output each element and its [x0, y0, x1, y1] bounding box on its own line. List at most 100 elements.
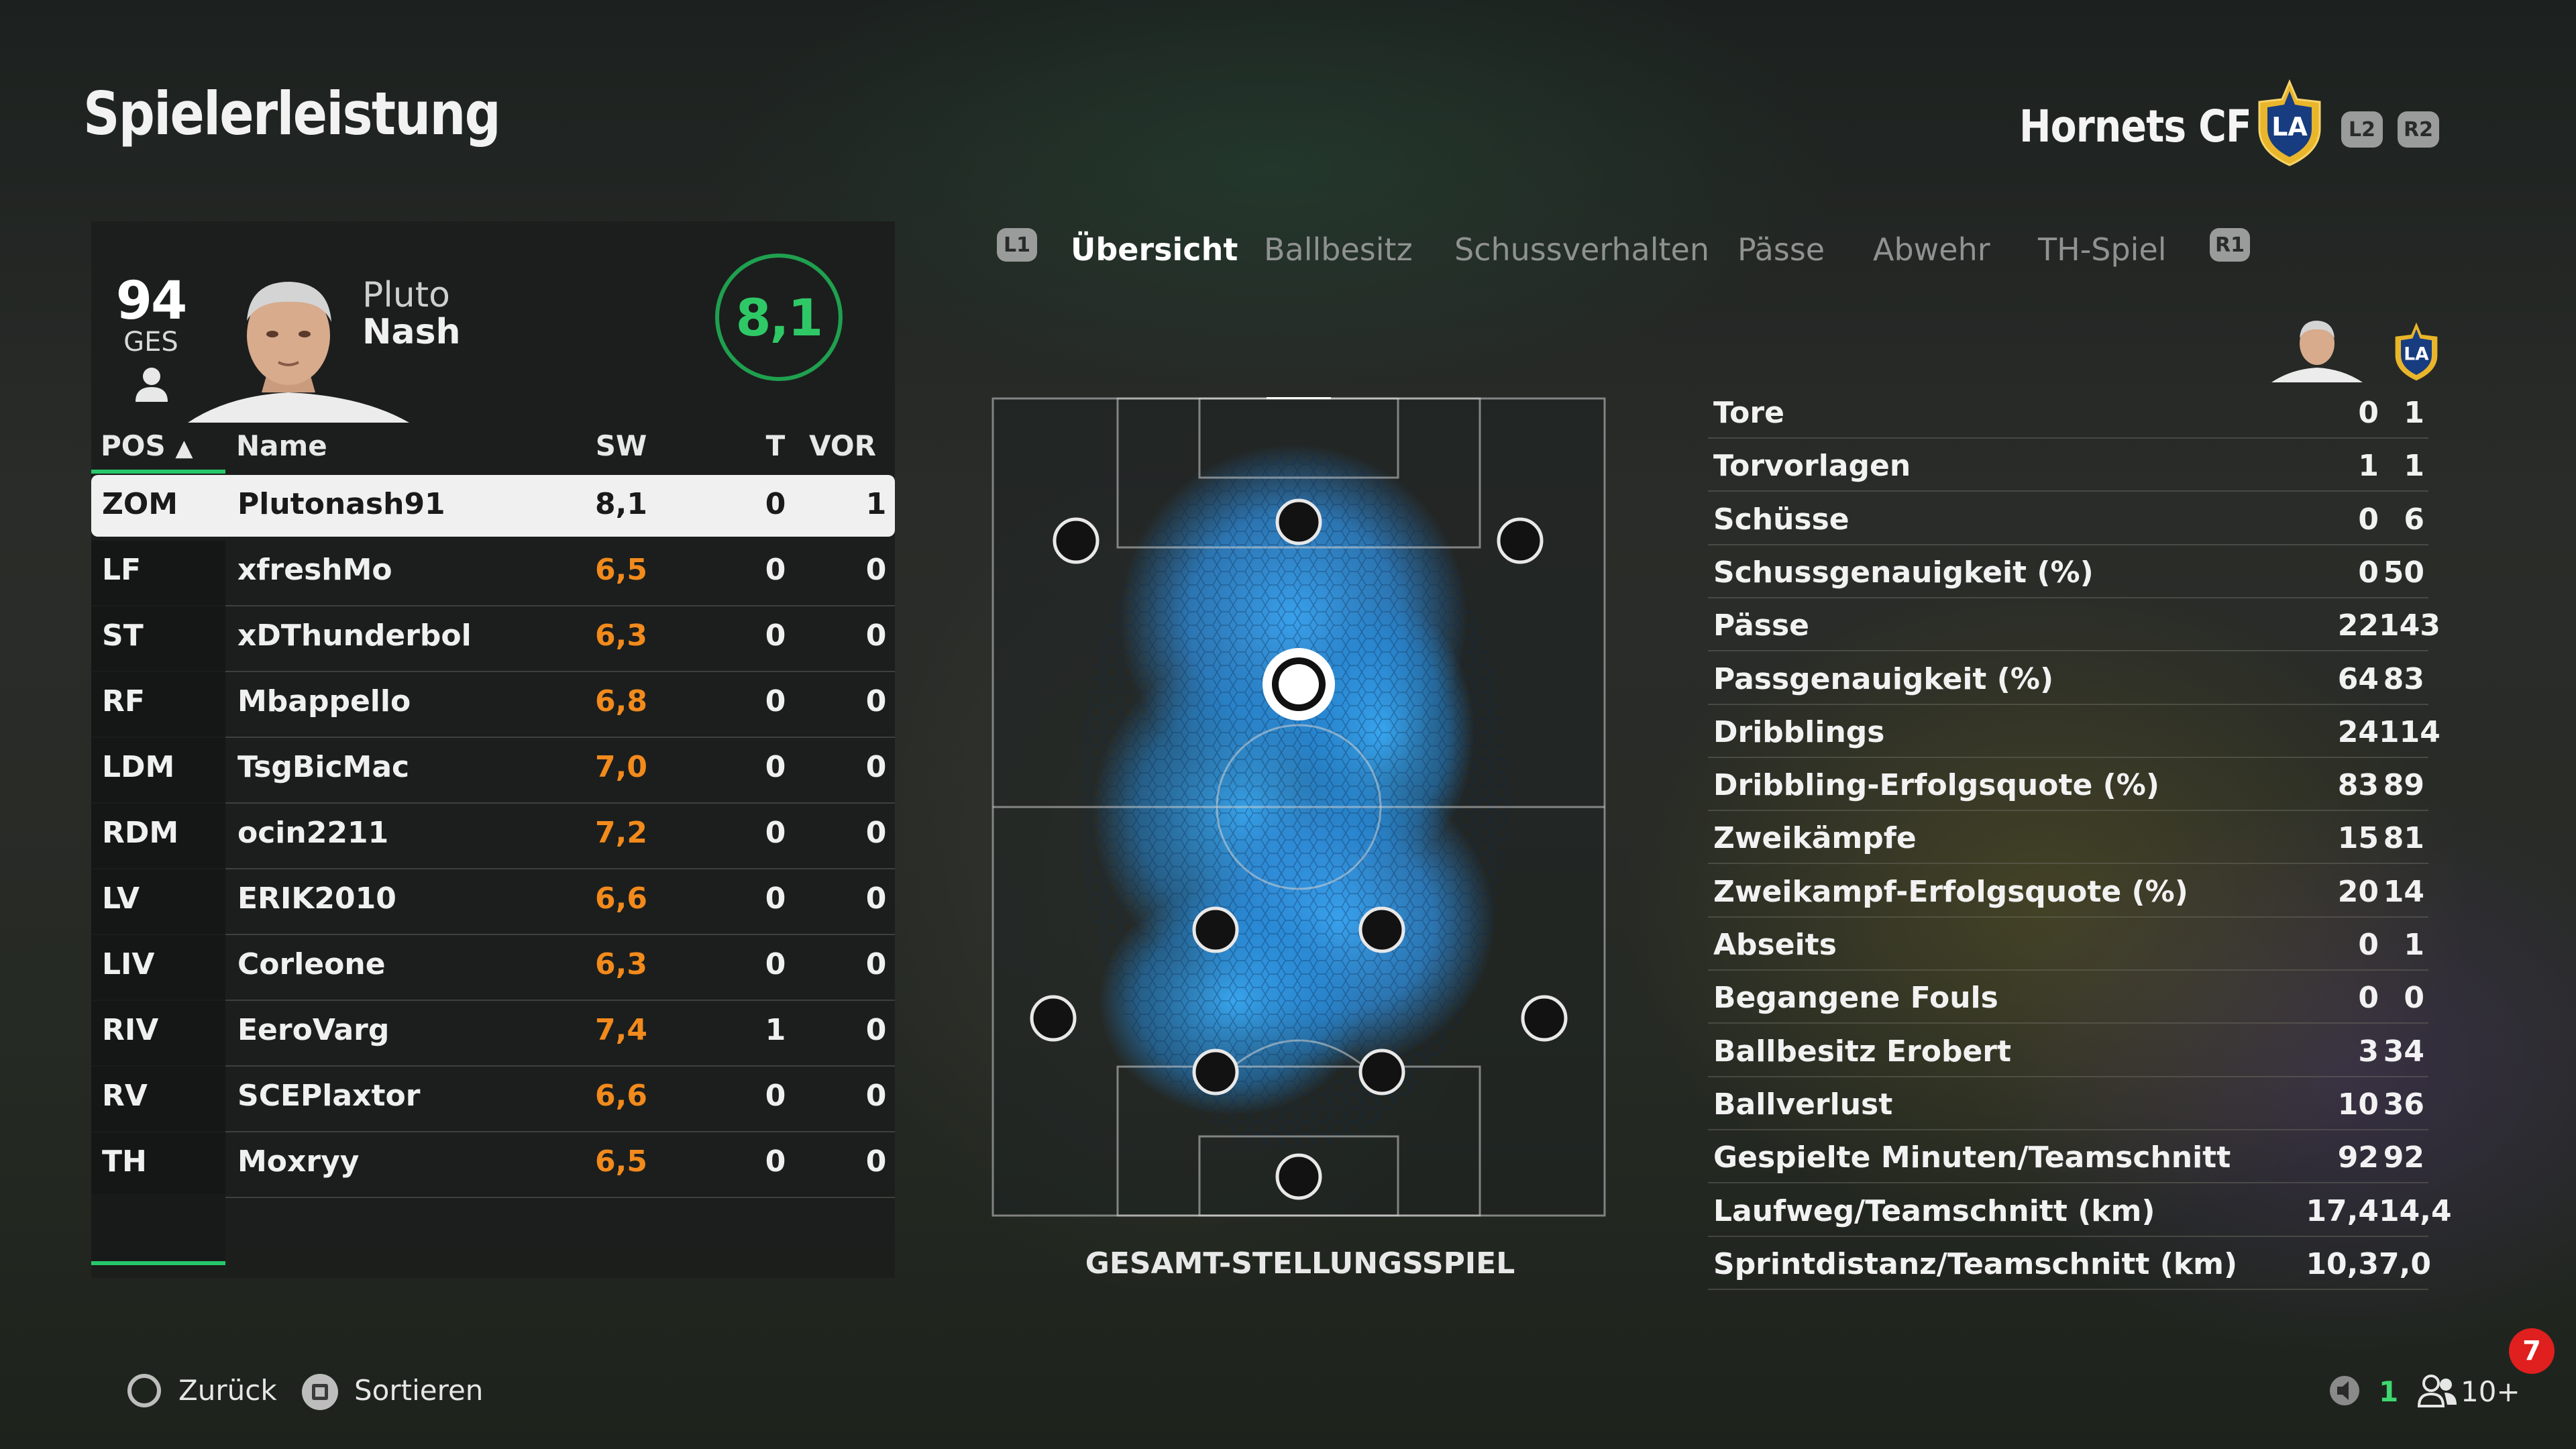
table-row[interactable]: ST xDThunderbol 6,3 0 0: [91, 606, 895, 672]
team-name: Hornets CF: [2019, 101, 2252, 152]
table-row[interactable]: LIV Corleone 6,3 0 0: [91, 935, 895, 1001]
stat-row: Tore 0 1: [1708, 385, 2428, 439]
stat-team-value: 89: [2383, 768, 2424, 802]
stat-label: Begangene Fouls: [1713, 981, 1998, 1015]
stat-row: Gespielte Minuten/Teamschnitt 92 92: [1708, 1130, 2428, 1183]
stat-row: Zweikampf-Erfolgsquote (%) 20 14: [1708, 864, 2428, 918]
circle-button-icon: [127, 1374, 161, 1407]
row-rating: 7,2: [595, 816, 647, 850]
row-goals: 0: [765, 1144, 786, 1179]
stat-player-value: 0: [2358, 981, 2379, 1015]
stat-player-value: 3: [2358, 1034, 2379, 1069]
row-assists: 1: [865, 487, 887, 521]
stat-team-value: 34: [2383, 1034, 2424, 1069]
r1-button[interactable]: R1: [2210, 228, 2250, 262]
stat-label: Dribblings: [1713, 715, 1885, 749]
person-icon: [134, 366, 169, 403]
stat-label: Schussgenauigkeit (%): [1713, 555, 2094, 590]
tab-uebersicht[interactable]: Übersicht: [1071, 231, 1238, 268]
l1-button[interactable]: L1: [997, 228, 1037, 262]
stat-team-value: 1: [2404, 928, 2424, 962]
stat-player-value: 92: [2337, 1140, 2379, 1175]
stat-label: Zweikampf-Erfolgsquote (%): [1713, 875, 2188, 909]
sort-button[interactable]: Sortieren: [302, 1371, 503, 1414]
row-assists: 0: [865, 881, 887, 916]
selected-player-marker: [1263, 648, 1335, 720]
stat-player-value: 15: [2337, 821, 2379, 855]
table-row[interactable]: RV SCEPlaxtor 6,6 0 0: [91, 1067, 895, 1132]
stat-label: Pässe: [1713, 608, 1809, 643]
row-goals: 0: [765, 619, 786, 653]
overall-label: GES: [123, 327, 178, 358]
stat-player-value: 1: [2358, 449, 2379, 483]
heat-cloud: [1079, 444, 1508, 1148]
notification-badge[interactable]: 7: [2509, 1328, 2555, 1374]
row-assists: 0: [865, 684, 887, 718]
table-row[interactable]: ZOM Plutonash91 8,1 0 1: [91, 475, 895, 537]
stat-row: Begangene Fouls 0 0: [1708, 970, 2428, 1024]
tab-ballbesitz[interactable]: Ballbesitz: [1264, 231, 1413, 268]
row-position: RIV: [102, 1013, 159, 1047]
row-assists: 0: [865, 1144, 887, 1179]
stat-row: Sprintdistanz/Teamschnitt (km) 10,3 7,0: [1708, 1236, 2431, 1290]
table-row[interactable]: RIV EeroVarg 7,4 1 0: [91, 1001, 895, 1067]
row-position: LV: [102, 881, 140, 916]
column-header-sw[interactable]: SW: [574, 429, 668, 462]
voice-chat-icon: [2328, 1374, 2364, 1407]
column-header-pos[interactable]: POS ▲: [101, 429, 193, 462]
stat-label: Passgenauigkeit (%): [1713, 662, 2054, 696]
tab-schussverhalten[interactable]: Schussverhalten: [1454, 231, 1709, 268]
row-player-name: ERIK2010: [237, 881, 396, 916]
stat-player-value: 17,4: [2306, 1194, 2379, 1228]
tab-th-spiel[interactable]: TH-Spiel: [2038, 231, 2167, 268]
teammate-marker-riv: [1358, 1049, 1405, 1095]
column-header-vor[interactable]: VOR: [775, 429, 910, 462]
row-position: RV: [102, 1079, 148, 1113]
party-icon: [2416, 1373, 2459, 1410]
stat-team-value: 83: [2383, 662, 2424, 696]
row-rating: 8,1: [595, 487, 647, 521]
stat-row: Abseits 0 1: [1708, 917, 2428, 971]
row-player-name: EeroVarg: [237, 1013, 390, 1047]
stat-label: Torvorlagen: [1713, 449, 1911, 483]
positioning-heatmap: [991, 395, 1606, 1217]
stat-player-value: 0: [2358, 555, 2379, 590]
table-row[interactable]: TH Moxryy 6,5 0 0: [91, 1132, 895, 1198]
stat-player-value: 0: [2358, 396, 2379, 430]
row-position: RF: [102, 684, 145, 718]
stat-row: Dribblings 24 114: [1708, 704, 2440, 758]
column-header-name[interactable]: Name: [236, 429, 327, 462]
player-stats-avatar: [2271, 311, 2363, 382]
stat-team-value: 143: [2379, 608, 2440, 643]
stat-label: Ballbesitz Erobert: [1713, 1034, 2012, 1069]
row-assists: 0: [865, 553, 887, 587]
stat-row: Dribbling-Erfolgsquote (%) 83 89: [1708, 757, 2428, 811]
row-goals: 0: [765, 1079, 786, 1113]
teammate-marker-rdm: [1358, 906, 1405, 953]
row-rating: 6,6: [595, 1079, 647, 1113]
row-goals: 0: [765, 553, 786, 587]
stat-team-value: 14: [2383, 875, 2424, 909]
row-rating: 6,3: [595, 947, 647, 981]
stat-row: Torvorlagen 1 1: [1708, 438, 2428, 492]
back-button[interactable]: Zurück: [127, 1371, 302, 1414]
table-row[interactable]: RDM ocin2211 7,2 0 0: [91, 804, 895, 869]
tab-abwehr[interactable]: Abwehr: [1873, 231, 1990, 268]
stat-player-value: 10: [2337, 1087, 2379, 1122]
l2-button[interactable]: L2: [2341, 111, 2383, 148]
table-row[interactable]: LV ERIK2010 6,6 0 0: [91, 869, 895, 935]
row-rating: 6,5: [595, 1144, 647, 1179]
stat-label: Schüsse: [1713, 502, 1849, 537]
table-row[interactable]: LDM TsgBicMac 7,0 0 0: [91, 738, 895, 804]
stat-label: Ballverlust: [1713, 1087, 1893, 1122]
table-row[interactable]: RF Mbappello 6,8 0 0: [91, 672, 895, 738]
sort-label: Sortieren: [354, 1374, 484, 1407]
row-rating: 6,3: [595, 619, 647, 653]
row-player-name: TsgBicMac: [237, 750, 410, 784]
tab-paesse[interactable]: Pässe: [1737, 231, 1825, 268]
row-assists: 0: [865, 619, 887, 653]
row-position: LF: [102, 553, 142, 587]
row-goals: 0: [765, 750, 786, 784]
r2-button[interactable]: R2: [2398, 111, 2439, 148]
table-row[interactable]: LF xfreshMo 6,5 0 0: [91, 541, 895, 606]
